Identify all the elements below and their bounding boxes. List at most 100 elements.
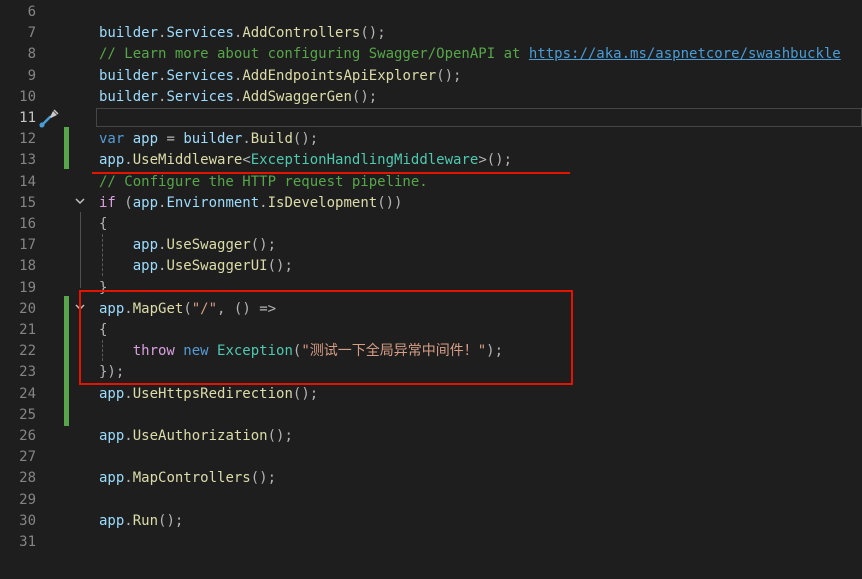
line-number: 31 <box>19 534 36 550</box>
code-line[interactable]: 15 if (app.Environment.IsDevelopment()) <box>0 193 862 214</box>
line-number: 21 <box>19 322 36 338</box>
code-token: (); <box>158 512 184 529</box>
code-token: ExceptionHandlingMiddleware <box>250 152 479 169</box>
code-token: app <box>99 152 125 169</box>
code-text: app.UseHttpsRedirection(); <box>99 384 318 405</box>
code-text: app.UseSwagger(); <box>99 235 276 256</box>
code-token: . <box>124 152 133 169</box>
code-line[interactable]: 27 <box>0 447 862 468</box>
code-line[interactable]: 7 builder.Services.AddControllers(); <box>0 23 862 44</box>
code-line[interactable]: 31 <box>0 532 862 553</box>
code-line[interactable]: 9 builder.Services.AddEndpointsApiExplore… <box>0 66 862 87</box>
code-line[interactable]: 17 app.UseSwagger(); <box>0 235 862 256</box>
red-underline-annotation <box>92 172 570 174</box>
code-token: . <box>259 194 268 211</box>
line-number: 6 <box>27 4 36 20</box>
code-token: UseSwaggerUI <box>166 258 268 275</box>
code-token: // Learn more about configuring Swagger/… <box>99 46 529 63</box>
code-text: // Learn more about configuring Swagger/… <box>99 44 841 65</box>
code-line[interactable]: 10 builder.Services.AddSwaggerGen(); <box>0 87 862 108</box>
line-number: 23 <box>19 364 36 381</box>
line-number: 15 <box>19 194 36 211</box>
line-number: 11 <box>19 110 36 126</box>
code-token: app <box>99 470 125 487</box>
code-text: { <box>99 214 107 235</box>
code-token: builder <box>99 88 159 105</box>
code-line[interactable]: 24 app.UseHttpsRedirection(); <box>0 384 862 405</box>
code-token: Services <box>166 25 234 42</box>
code-token: (); <box>292 385 319 402</box>
code-token: UseHttpsRedirection <box>132 385 293 402</box>
code-token: . <box>124 428 133 444</box>
code-line[interactable]: 29 <box>0 490 862 511</box>
code-token: AddEndpointsApiExplorer <box>242 67 437 84</box>
code-line[interactable]: 6 <box>0 2 862 23</box>
code-editor[interactable]: 6 7 builder.Services.AddControllers(); 8// … <box>0 0 862 579</box>
code-token: IsDevelopment <box>267 194 378 211</box>
code-token: // Configure the HTTP request pipeline. <box>99 173 428 190</box>
code-line[interactable]: 30 app.Run(); <box>0 511 862 532</box>
code-token: UseAuthorization <box>132 428 268 444</box>
code-line[interactable]: 12 var app = builder.Build(); <box>0 129 862 150</box>
code-token: ()) <box>377 194 403 211</box>
code-token: UseSwagger <box>166 237 251 254</box>
code-text: if (app.Environment.IsDevelopment()) <box>99 193 402 214</box>
line-number: 10 <box>19 88 36 105</box>
code-token: = <box>166 131 184 148</box>
code-token: (); <box>250 470 277 487</box>
hyperlink[interactable]: https://aka.ms/aspnetcore/swashbuckle <box>529 46 841 62</box>
code-token: < <box>242 152 251 169</box>
code-token: app <box>99 428 125 444</box>
code-token: (); <box>267 428 293 444</box>
code-token: Run <box>132 512 159 529</box>
code-token: app <box>99 385 125 402</box>
code-token: ( <box>115 194 133 211</box>
line-number: 16 <box>19 216 36 232</box>
code-text: builder.Services.AddControllers(); <box>99 23 386 44</box>
code-line[interactable]: 26 app.UseAuthorization(); <box>0 426 862 447</box>
code-token: UseMiddleware <box>132 152 243 169</box>
line-number: 25 <box>19 406 36 423</box>
code-token: AddSwaggerGen <box>242 88 352 105</box>
code-token: builder <box>183 131 243 148</box>
line-number: 14 <box>19 173 36 190</box>
code-token: (); <box>250 237 277 254</box>
line-number: 30 <box>19 512 36 529</box>
code-line[interactable]: 11 <box>0 108 862 129</box>
code-text: app.UseAuthorization(); <box>99 426 293 447</box>
code-token: builder <box>99 67 159 84</box>
line-number: 19 <box>19 279 36 296</box>
line-number: 17 <box>19 237 36 254</box>
code-token: (); <box>351 88 378 105</box>
code-text: app.MapControllers(); <box>99 468 276 489</box>
code-token: app <box>99 237 159 254</box>
red-box-annotation <box>79 290 573 385</box>
line-number: 9 <box>27 67 36 84</box>
code-line[interactable]: 28 app.MapControllers(); <box>0 468 862 489</box>
line-number: 28 <box>19 470 36 487</box>
code-token: . <box>124 512 133 529</box>
code-token: . <box>124 385 133 402</box>
code-line[interactable]: 25 <box>0 405 862 426</box>
code-token: . <box>242 131 251 148</box>
code-token: Environment <box>166 194 260 211</box>
code-token: app <box>99 512 125 529</box>
code-line[interactable]: 8 // Learn more about configuring Swagger… <box>0 44 862 65</box>
code-token: var <box>99 131 125 148</box>
code-token: Services <box>166 88 234 105</box>
code-token: if <box>99 194 116 211</box>
code-line[interactable]: 14 // Configure the HTTP request pipeline… <box>0 172 862 193</box>
line-number: 20 <box>19 300 36 317</box>
code-line[interactable]: 18 app.UseSwaggerUI(); <box>0 256 862 277</box>
line-number: 29 <box>19 491 36 508</box>
line-number: 18 <box>19 258 36 275</box>
code-text: app.UseMiddleware<ExceptionHandlingMiddl… <box>99 150 512 171</box>
code-token: app <box>132 194 159 211</box>
code-line[interactable]: 16 { <box>0 214 862 235</box>
code-token: MapControllers <box>132 470 251 487</box>
line-number: 7 <box>27 25 36 42</box>
code-token: Services <box>166 67 234 84</box>
code-text: app.Run(); <box>99 511 183 532</box>
code-line[interactable]: 13 app.UseMiddleware<ExceptionHandlingMid… <box>0 150 862 171</box>
code-token: builder <box>99 25 159 42</box>
